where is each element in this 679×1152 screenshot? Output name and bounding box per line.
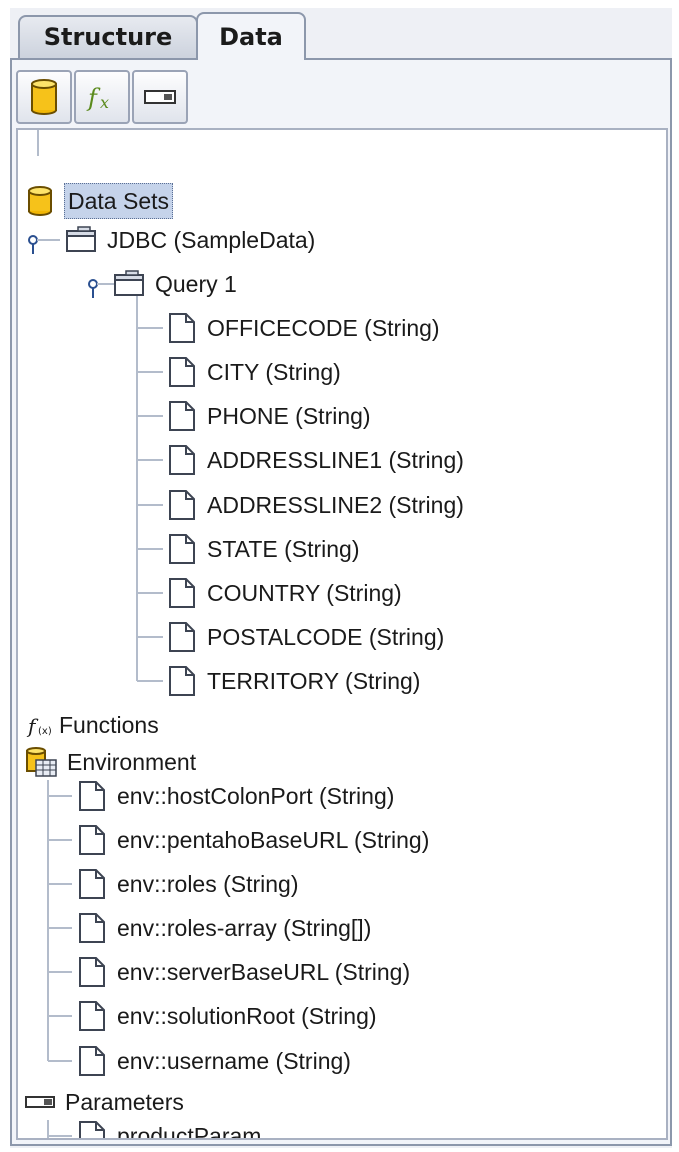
parameter-icon [144, 90, 176, 104]
tree-node-label: env::roles (String) [117, 871, 299, 897]
tree-node-label: COUNTRY (String) [207, 580, 402, 606]
svg-text:f: f [86, 84, 101, 112]
tree-node-label: POSTALCODE (String) [207, 624, 445, 650]
document-icon [169, 578, 195, 608]
tab-data[interactable]: Data [196, 12, 306, 60]
tab-bar: Structure Data [10, 8, 672, 60]
tree-node-label: Query 1 [155, 271, 237, 297]
tree-node-label: env::serverBaseURL (String) [117, 959, 411, 985]
folder-icon [66, 226, 96, 252]
tree-node-label: JDBC (SampleData) [107, 227, 316, 253]
tree-node-label: CITY (String) [207, 359, 341, 385]
document-icon [79, 781, 105, 811]
add-data-source-button[interactable] [16, 70, 72, 124]
document-icon [169, 313, 195, 343]
function-icon: f (x) [26, 714, 52, 738]
document-icon [169, 666, 195, 696]
tree-node-label: TERRITORY (String) [207, 668, 421, 694]
tree-node-label: Data Sets [64, 183, 173, 219]
tree-node-label: Parameters [65, 1089, 184, 1115]
database-icon [28, 186, 52, 216]
database-icon [31, 79, 57, 115]
data-tree: Data Sets JDBC (SampleData) Query 1 OFFI… [16, 128, 668, 1140]
svg-text:(x): (x) [38, 726, 52, 737]
add-parameter-button[interactable] [132, 70, 188, 124]
expand-handle-jdbc [28, 235, 60, 254]
document-icon [79, 957, 105, 987]
document-icon [169, 534, 195, 564]
tree-node-label: STATE (String) [207, 536, 360, 562]
add-function-button[interactable]: f x [74, 70, 130, 124]
document-icon [79, 825, 105, 855]
tree-node-label: PHONE (String) [207, 403, 371, 429]
function-icon: f x [86, 84, 109, 112]
tree-node-label: ADDRESSLINE1 (String) [207, 447, 464, 473]
tree-node-label: env::roles-array (String[]) [117, 915, 372, 941]
document-icon [79, 1001, 105, 1031]
document-icon [169, 622, 195, 652]
environment-database-icon [26, 747, 57, 777]
tree-node-label: Environment [67, 749, 197, 775]
document-icon [169, 490, 195, 520]
document-icon [79, 1046, 105, 1076]
document-icon [169, 401, 195, 431]
tab-structure[interactable]: Structure [18, 15, 198, 59]
tab-content: f x Data Sets JDBC (SampleData) Query 1 … [10, 58, 672, 1146]
expand-handle-query [88, 279, 114, 298]
document-icon [79, 913, 105, 943]
data-panel: Structure Data f x Data Sets JDBC (Sampl… [10, 8, 672, 1148]
document-icon [79, 869, 105, 899]
tree-node-label: env::pentahoBaseURL (String) [117, 827, 430, 853]
tree-node-label: OFFICECODE (String) [207, 315, 440, 341]
document-icon [169, 357, 195, 387]
tree-node-label: env::solutionRoot (String) [117, 1003, 377, 1029]
folder-icon [114, 270, 144, 296]
tree-node-label: env::username (String) [117, 1048, 351, 1074]
tree-node-label: ADDRESSLINE2 (String) [207, 492, 464, 518]
tree-node-label: env::hostColonPort (String) [117, 783, 395, 809]
svg-text:x: x [100, 93, 109, 112]
tree-node-label: productParam [117, 1123, 262, 1140]
parameter-icon [25, 1096, 55, 1108]
document-icon [169, 445, 195, 475]
tree-node-label: Functions [59, 712, 159, 738]
document-icon [79, 1121, 105, 1138]
toolbar: f x [16, 66, 666, 126]
